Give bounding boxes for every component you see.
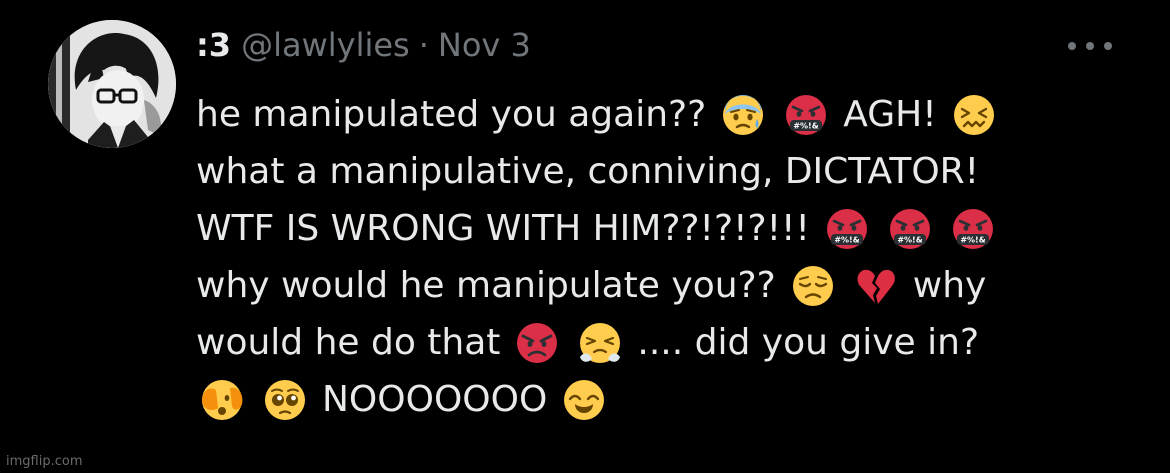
tweet-line: why would he manipulate you?? why [196, 257, 1116, 314]
tweet-text-segment: AGH! [843, 94, 937, 135]
weary-face-icon [564, 379, 605, 420]
tweet-text-segment: why [912, 265, 987, 306]
svg-text:#%!&: #%!& [960, 235, 985, 244]
peeking-face-icon [202, 379, 243, 420]
face-with-symbols-icon: #%!& [952, 208, 993, 249]
svg-text:#%!&: #%!& [794, 121, 819, 130]
user-handle[interactable]: @lawlylies [241, 26, 410, 64]
tweet-line: NOOOOOOO [196, 371, 1116, 428]
disappointed-face-icon [792, 265, 833, 306]
tweet-text-segment: would he do that [196, 322, 501, 363]
face-with-symbols-icon: #%!& [826, 208, 867, 249]
face-with-symbols-icon: #%!& [889, 208, 930, 249]
anxious-face-icon [723, 94, 764, 135]
pleading-face-icon [265, 379, 305, 420]
tweet-line: would he do that .... did you give in? [196, 314, 1116, 371]
tweet-text-segment: WTF IS WRONG WITH HIM??!?!?!!! [196, 208, 810, 249]
tweet-line: what a manipulative, conniving, DICTATOR… [196, 143, 1116, 200]
tweet-date[interactable]: Nov 3 [438, 26, 531, 64]
tweet-text-segment: why would he manipulate you?? [196, 265, 776, 306]
avatar-image [48, 20, 176, 148]
separator-dot: · [418, 26, 429, 64]
svg-text:#%!&: #%!& [834, 235, 859, 244]
display-name[interactable]: :3 [196, 26, 231, 64]
tweet-text-segment: what a manipulative, conniving, DICTATOR… [196, 151, 980, 192]
tweet-text-segment: NOOOOOOO [322, 379, 548, 420]
angry-face-icon [517, 322, 558, 363]
tweet-text-segment: he manipulated you again?? [196, 94, 707, 135]
more-dot [1068, 42, 1076, 50]
avatar[interactable] [48, 20, 176, 148]
watermark: imgflip.com [6, 454, 83, 469]
tweet-header: :3 @lawlylies · Nov 3 [196, 26, 531, 70]
tweet-text: he manipulated you again?? #%!& AGH! what… [196, 86, 1116, 428]
more-dot [1086, 42, 1094, 50]
tweet-text-segment: .... did you give in? [637, 322, 980, 363]
confounded-face-icon [953, 94, 994, 135]
svg-text:#%!&: #%!& [897, 235, 922, 244]
tweet-line: WTF IS WRONG WITH HIM??!?!?!!! #%!& #%!&… [196, 200, 1116, 257]
tweet-line: he manipulated you again?? #%!& AGH! [196, 86, 1116, 143]
tweet-card: :3 @lawlylies · Nov 3 he manipulated you… [0, 0, 1170, 473]
more-options-icon[interactable] [1068, 34, 1112, 58]
steam-face-icon [580, 322, 621, 363]
broken-heart-icon [857, 269, 895, 304]
face-with-symbols-icon: #%!& [786, 94, 827, 135]
more-dot [1104, 42, 1112, 50]
